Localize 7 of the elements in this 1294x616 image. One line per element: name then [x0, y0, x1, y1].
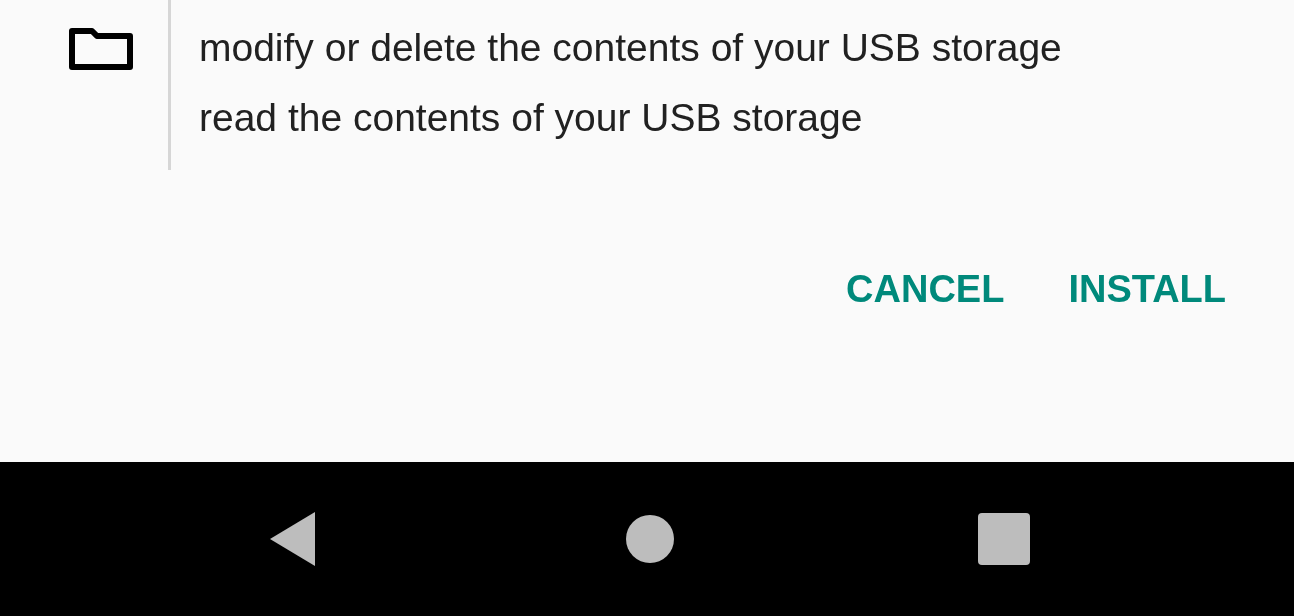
back-icon[interactable]	[270, 512, 315, 566]
dialog-button[interactable]: CANCEL	[834, 258, 1017, 321]
home-icon[interactable]	[626, 515, 674, 563]
permission-text: read the contents of your USB storage	[199, 95, 864, 141]
dialog-button[interactable]: INSTALL	[1056, 258, 1238, 321]
permission-text: modify or delete the contents of your USB storage	[199, 25, 1063, 71]
folder-icon	[68, 27, 134, 71]
